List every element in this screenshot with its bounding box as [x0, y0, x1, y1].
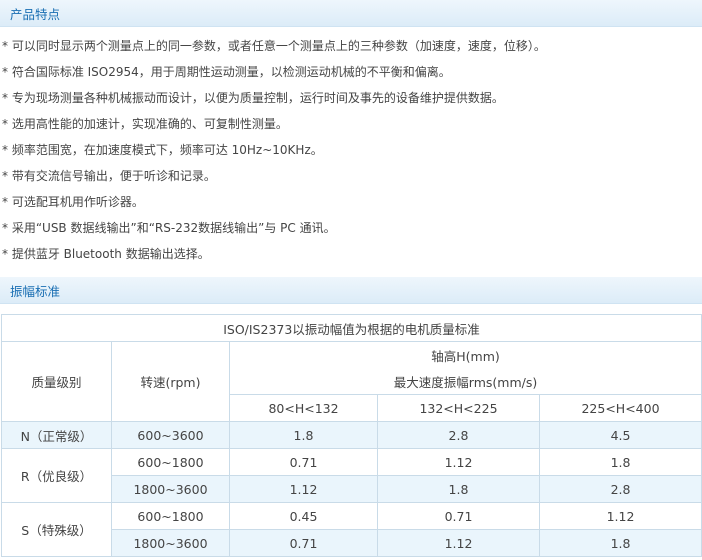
feature-item: * 频率范围宽，在加速度模式下，频率可达 10Hz~10KHz。 [2, 143, 323, 157]
table-row: S（特殊级） 600~1800 0.45 0.71 1.12 [1, 502, 702, 557]
feature-item: * 选用高性能的加速计，实现准确的、可复制性测量。 [2, 117, 288, 131]
standard-section-header: 振幅标准 [0, 277, 702, 304]
feature-item: * 符合国际标准 ISO2954，用于周期性运动测量，以检测运动机械的不平衡和偏… [2, 65, 451, 79]
range-header: 132<H<225 [377, 394, 540, 422]
value-cell: 1.12 [377, 448, 540, 476]
value-cell: 1.12 [377, 529, 540, 557]
grade-cell: N（正常级） [1, 421, 112, 449]
feature-item: * 采用“USB 数据线输出”和“RS-232数据线输出”与 PC 通讯。 [2, 221, 336, 235]
grade-cell: R（优良级） [1, 448, 112, 503]
table-row: R（优良级） 600~1800 0.71 1.12 1.8 [1, 448, 702, 503]
grade-header: 质量级别 [1, 341, 112, 422]
table-caption: ISO/IS2373以振动幅值为根据的电机质量标准 [0, 314, 702, 342]
features-title: 产品特点 [10, 7, 61, 22]
speed-cell: 1800~3600 [111, 475, 230, 503]
value-cell: 2.8 [377, 421, 540, 449]
value-cell: 1.8 [538, 529, 702, 557]
value-cell: 2.8 [538, 475, 702, 503]
features-list: * 可以同时显示两个测量点上的同一参数，或者任意一个测量点上的三种参数（加速度，… [0, 36, 702, 270]
shaft-height-header: 轴高H(mm) [228, 341, 702, 368]
max-velocity-header: 最大速度振幅rms(mm/s) [228, 368, 702, 395]
feature-item: * 带有交流信号输出，便于听诊和记录。 [2, 169, 216, 183]
value-cell: 0.71 [229, 448, 378, 476]
feature-item: * 可以同时显示两个测量点上的同一参数，或者任意一个测量点上的三种参数（加速度，… [2, 39, 546, 53]
speed-header: 转速(rpm) [111, 341, 230, 422]
value-cell: 0.71 [229, 529, 378, 557]
value-cell: 1.8 [377, 475, 540, 503]
table-row: N（正常级） 600~3600 1.8 2.8 4.5 [1, 421, 702, 449]
value-cell: 4.5 [538, 421, 702, 449]
grade-cell: S（特殊级） [1, 502, 112, 557]
value-cell: 0.45 [229, 502, 378, 530]
range-header: 80<H<132 [229, 394, 378, 422]
speed-cell: 600~3600 [111, 421, 230, 449]
value-cell: 0.71 [377, 502, 540, 530]
speed-cell: 600~1800 [111, 502, 230, 530]
standard-title: 振幅标准 [10, 284, 61, 299]
value-cell: 1.8 [229, 421, 378, 449]
feature-item: * 提供蓝牙 Bluetooth 数据输出选择。 [2, 247, 210, 261]
feature-item: * 可选配耳机用作听诊器。 [2, 195, 144, 209]
value-cell: 1.12 [538, 502, 702, 530]
speed-cell: 600~1800 [111, 448, 230, 476]
range-header: 225<H<400 [538, 394, 702, 422]
vibration-standard-table: ISO/IS2373以振动幅值为根据的电机质量标准 质量级别 转速(rpm) 轴… [0, 314, 702, 557]
speed-cell: 1800~3600 [111, 529, 230, 557]
value-cell: 1.12 [229, 475, 378, 503]
value-cell: 1.8 [538, 448, 702, 476]
features-section-header: 产品特点 [0, 0, 702, 27]
feature-item: * 专为现场测量各种机械振动而设计，以便为质量控制，运行时间及事先的设备维护提供… [2, 91, 504, 105]
